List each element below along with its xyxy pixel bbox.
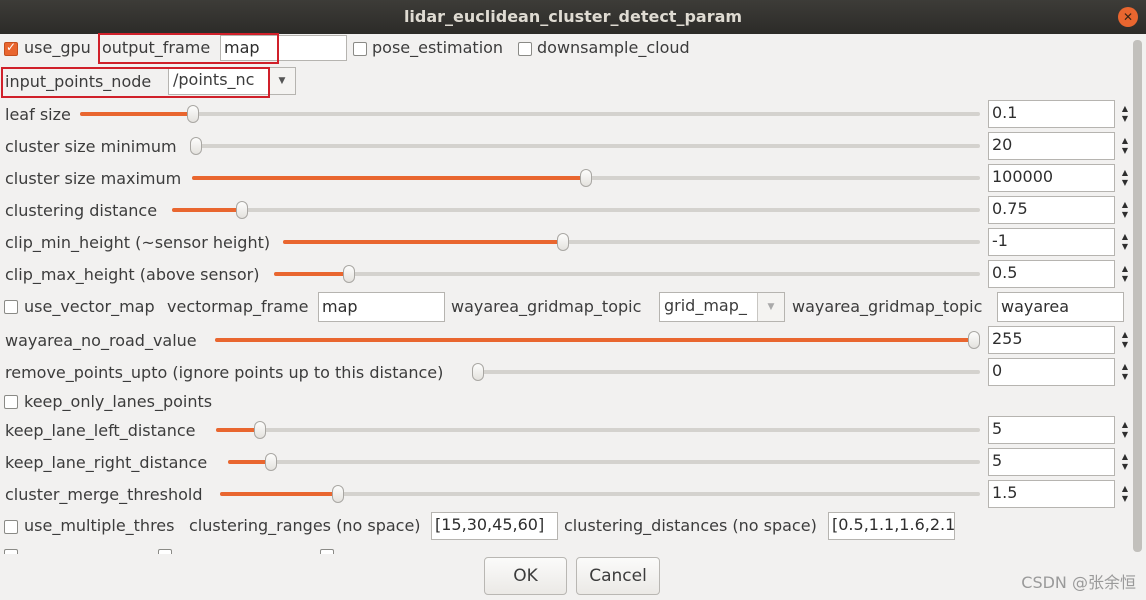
spinner-arrows-icon[interactable]: ▲ ▼ xyxy=(1121,168,1129,190)
spinner-arrows-icon[interactable]: ▲ ▼ xyxy=(1121,232,1129,254)
slider-value-input[interactable]: 0.1 xyxy=(988,100,1115,128)
slider-track[interactable] xyxy=(228,460,980,464)
slider-thumb[interactable] xyxy=(343,265,356,283)
gridmap-topic-label: wayarea_gridmap_topic xyxy=(451,297,642,316)
spinner-arrows-icon[interactable]: ▲ ▼ xyxy=(1121,104,1129,126)
slider-track[interactable] xyxy=(216,428,980,432)
slider-value-input[interactable]: 5 xyxy=(988,416,1115,444)
slider-fill xyxy=(274,272,350,276)
slider-label: remove_points_upto (ignore points up to … xyxy=(5,363,444,382)
window-title: lidar_euclidean_cluster_detect_param xyxy=(403,7,743,26)
use-vector-map-label: use_vector_map xyxy=(24,297,155,316)
window-titlebar: lidar_euclidean_cluster_detect_param ✕ xyxy=(0,0,1146,34)
slider-value-input[interactable]: 20 xyxy=(988,132,1115,160)
slider-label: keep_lane_right_distance xyxy=(5,453,208,472)
slider-value-input[interactable]: 0 xyxy=(988,358,1115,386)
clustering-ranges-input[interactable]: [15,30,45,60] xyxy=(431,512,558,540)
chevron-down-icon[interactable]: ▼ xyxy=(757,293,784,321)
slider-value-input[interactable]: 0.75 xyxy=(988,196,1115,224)
use-gpu-checkbox[interactable] xyxy=(4,40,18,56)
slider-label: leaf size xyxy=(5,105,71,124)
slider-value-input[interactable]: 100000 xyxy=(988,164,1115,192)
clustering-ranges-label: clustering_ranges (no space) xyxy=(189,516,421,535)
slider-value-input[interactable]: 0.5 xyxy=(988,260,1115,288)
slider-thumb[interactable] xyxy=(265,453,277,471)
slider-label: clustering distance xyxy=(5,201,158,220)
slider-thumb[interactable] xyxy=(332,485,345,503)
slider-thumb[interactable] xyxy=(968,331,980,349)
highlight-box xyxy=(98,33,279,64)
slider-label: cluster size maximum xyxy=(5,169,182,188)
slider-label: clip_max_height (above sensor) xyxy=(5,265,260,284)
slider-track[interactable] xyxy=(472,370,980,374)
slider-value-input[interactable]: 1.5 xyxy=(988,480,1115,508)
slider-label: cluster size minimum xyxy=(5,137,177,156)
use-gpu-label: use_gpu xyxy=(24,38,91,57)
slider-value-input[interactable]: 255 xyxy=(988,326,1115,354)
use-multiple-thres-label: use_multiple_thres xyxy=(24,516,175,535)
slider-thumb[interactable] xyxy=(580,169,592,187)
slider-track[interactable] xyxy=(172,208,980,212)
keep-only-lanes-label: keep_only_lanes_points xyxy=(24,392,213,411)
gridmap-topic2-input[interactable]: wayarea xyxy=(997,292,1124,322)
spinner-arrows-icon[interactable]: ▲ ▼ xyxy=(1121,264,1129,286)
clustering-distances-input[interactable]: [0.5,1.1,1.6,2.1 xyxy=(828,512,955,540)
scrollbar-thumb[interactable] xyxy=(1133,40,1142,552)
spinner-arrows-icon[interactable]: ▲ ▼ xyxy=(1121,330,1129,352)
slider-fill xyxy=(172,208,242,212)
slider-track[interactable] xyxy=(80,112,980,116)
spinner-arrows-icon[interactable]: ▲ ▼ xyxy=(1121,452,1129,474)
slider-fill xyxy=(215,338,974,342)
downsample-cloud-label: downsample_cloud xyxy=(537,38,690,57)
button-bar xyxy=(0,554,1146,600)
clustering-distances-label: clustering_distances (no space) xyxy=(564,516,817,535)
slider-fill xyxy=(220,492,339,496)
use-vector-map-checkbox[interactable] xyxy=(4,300,18,314)
slider-thumb[interactable] xyxy=(235,201,248,219)
slider-fill xyxy=(283,240,563,244)
slider-label: clip_min_height (~sensor height) xyxy=(5,233,271,252)
slider-label: keep_lane_left_distance xyxy=(5,421,196,440)
spinner-arrows-icon[interactable]: ▲ ▼ xyxy=(1121,136,1129,158)
slider-thumb[interactable] xyxy=(557,233,569,251)
gridmap-topic-value: grid_map_ xyxy=(664,296,747,315)
spinner-arrows-icon[interactable]: ▲ ▼ xyxy=(1121,484,1129,506)
ok-button[interactable]: OK xyxy=(484,557,567,595)
vectormap-frame-input[interactable]: map xyxy=(318,292,445,322)
close-icon[interactable]: ✕ xyxy=(1118,7,1138,27)
slider-fill xyxy=(192,176,586,180)
spinner-arrows-icon[interactable]: ▲ ▼ xyxy=(1121,362,1129,384)
slider-thumb[interactable] xyxy=(253,421,266,439)
highlight-box xyxy=(1,67,270,98)
pose-estimation-label: pose_estimation xyxy=(372,38,504,57)
slider-value-input[interactable]: 5 xyxy=(988,448,1115,476)
chevron-down-icon[interactable]: ▼ xyxy=(268,68,295,94)
slider-label: wayarea_no_road_value xyxy=(5,331,197,350)
clipped-row xyxy=(0,544,1130,554)
slider-track[interactable] xyxy=(274,272,980,276)
slider-thumb[interactable] xyxy=(190,137,202,155)
cancel-button[interactable]: Cancel xyxy=(576,557,660,595)
vectormap-frame-label: vectormap_frame xyxy=(167,297,309,316)
downsample-cloud-checkbox[interactable] xyxy=(518,42,532,56)
slider-label: cluster_merge_threshold xyxy=(5,485,203,504)
spinner-arrows-icon[interactable]: ▲ ▼ xyxy=(1121,420,1129,442)
slider-thumb[interactable] xyxy=(472,363,484,381)
slider-track[interactable] xyxy=(190,144,980,148)
pose-estimation-checkbox[interactable] xyxy=(353,42,367,56)
slider-fill xyxy=(80,112,193,116)
gridmap-topic-combo[interactable]: grid_map_ ▼ xyxy=(659,292,785,322)
spinner-arrows-icon[interactable]: ▲ ▼ xyxy=(1121,200,1129,222)
keep-only-lanes-checkbox[interactable] xyxy=(4,395,18,409)
slider-value-input[interactable]: -1 xyxy=(988,228,1115,256)
watermark-text: CSDN @张余恒 xyxy=(1021,573,1136,592)
use-multiple-thres-checkbox[interactable] xyxy=(4,520,18,534)
slider-thumb[interactable] xyxy=(186,105,199,123)
gridmap-topic2-label: wayarea_gridmap_topic xyxy=(792,297,983,316)
